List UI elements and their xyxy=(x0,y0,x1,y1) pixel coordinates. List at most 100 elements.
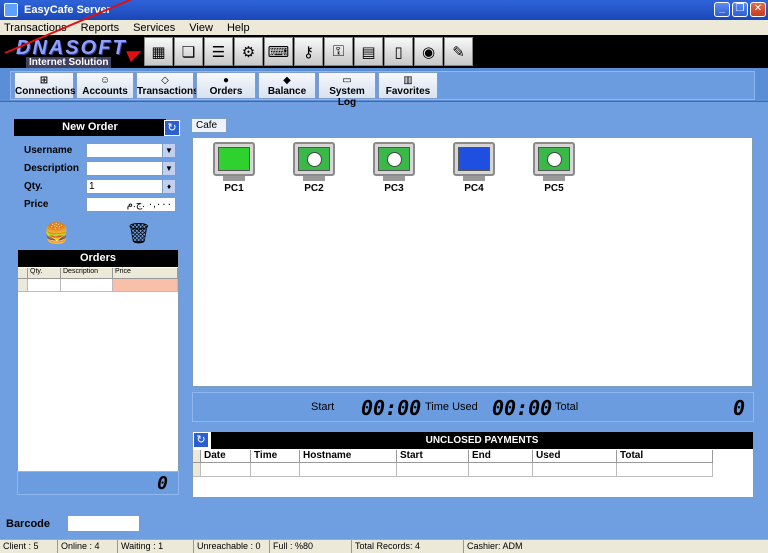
settings-gear-icon[interactable]: ⚙ xyxy=(234,37,263,66)
spinner-icon[interactable]: ♦ xyxy=(162,180,175,193)
menu-view[interactable]: View xyxy=(189,22,213,34)
orders-total-value: 0 xyxy=(157,473,168,494)
tab-cafe[interactable]: Cafe xyxy=(191,118,227,133)
key-icon[interactable]: ⚿ xyxy=(324,37,353,66)
balance-icon: ◆ xyxy=(283,75,291,86)
door-icon[interactable]: ▯ xyxy=(384,37,413,66)
col-total[interactable]: Total xyxy=(617,450,713,463)
cafe-client-area: PC1 PC2 PC3 PC4 PC5 xyxy=(192,137,753,387)
favorites-icon: ▥ xyxy=(403,75,413,86)
menu-services[interactable]: Services xyxy=(133,22,175,34)
qty-stepper[interactable]: 1 ♦ xyxy=(86,179,176,194)
minimize-button[interactable]: _ xyxy=(714,2,730,17)
keyboard-icon[interactable]: ⌨ xyxy=(264,37,293,66)
col-start[interactable]: Start xyxy=(397,450,469,463)
toolbar-band: DNASOFT Internet Solution ▦ ❏ ☰ ⚙ ⌨ ⚷ ⚿ … xyxy=(0,35,768,68)
edit-icon[interactable]: ✎ xyxy=(444,37,473,66)
orders-title: Orders xyxy=(18,250,178,267)
new-order-title: New Order xyxy=(14,119,166,136)
pc-3[interactable]: PC3 xyxy=(371,142,417,194)
status-waiting: Waiting : 1 xyxy=(118,540,194,553)
orders-list: Orders Qty. Description Price xyxy=(17,249,179,495)
tab-accounts[interactable]: ☺ Accounts xyxy=(76,72,134,99)
pc-4[interactable]: PC4 xyxy=(451,142,497,194)
close-button[interactable]: ✕ xyxy=(750,2,766,17)
chevron-down-icon[interactable]: ▼ xyxy=(162,162,175,175)
start-label: Start xyxy=(311,401,335,413)
tab-balance[interactable]: ◆ Balance xyxy=(258,72,316,99)
table-row[interactable] xyxy=(18,279,178,292)
orders-total-box: 0 xyxy=(17,471,179,495)
barcode-label: Barcode xyxy=(6,518,51,530)
total-value: 0 xyxy=(733,396,746,420)
col-qty[interactable]: Qty. xyxy=(28,268,61,279)
price-label: Price xyxy=(24,199,49,210)
col-end[interactable]: End xyxy=(469,450,533,463)
burger-icon[interactable]: 🍔 xyxy=(44,221,69,246)
barcode-input[interactable] xyxy=(67,515,140,532)
total-label: Total xyxy=(555,401,579,413)
col-description[interactable]: Description xyxy=(61,268,113,279)
globe-icon[interactable]: ◉ xyxy=(414,37,443,66)
refresh-new-order-icon[interactable]: ↻ xyxy=(164,120,180,136)
app-icon xyxy=(4,3,18,17)
keys-icon[interactable]: ⚷ xyxy=(294,37,323,66)
col-time[interactable]: Time xyxy=(251,450,300,463)
status-unreachable: Unreachable : 0 xyxy=(194,540,270,553)
start-value: 00:00 xyxy=(361,396,422,420)
pc-1[interactable]: PC1 xyxy=(211,142,257,194)
tab-orders[interactable]: ● Orders xyxy=(196,72,256,99)
monitor-icon xyxy=(453,142,495,176)
pc-5[interactable]: PC5 xyxy=(531,142,577,194)
description-select[interactable]: ▼ xyxy=(86,161,176,176)
status-bar: Client : 5 Online : 4 Waiting : 1 Unreac… xyxy=(0,539,768,553)
monitor-timer-icon xyxy=(533,142,575,176)
documents-icon[interactable]: ❏ xyxy=(174,37,203,66)
report-icon[interactable]: ☰ xyxy=(204,37,233,66)
session-timer-bar: Start 00:00 Time Used 00:00 Total 0 xyxy=(192,392,754,422)
unclosed-payments-panel: ↻ UNCLOSED PAYMENTS Date Time Hostname S… xyxy=(192,431,754,498)
menu-help[interactable]: Help xyxy=(227,22,250,34)
status-full: Full : %80 xyxy=(270,540,352,553)
username-select[interactable]: ▼ xyxy=(86,143,176,158)
tab-system-log[interactable]: ▭ System Log xyxy=(318,72,376,108)
tab-transactions[interactable]: ◇ Transactions xyxy=(136,72,199,99)
monitor-timer-icon xyxy=(373,142,415,176)
description-label: Description xyxy=(24,163,80,174)
orders-header-row: Qty. Description Price xyxy=(18,268,178,279)
payments-header-row: Date Time Hostname Start End Used Total xyxy=(193,450,713,463)
menu-reports[interactable]: Reports xyxy=(81,22,120,34)
status-client: Client : 5 xyxy=(0,540,58,553)
new-order-panel: New Order ↻ Username ▼ Description ▼ Qty… xyxy=(14,119,182,499)
pc-2[interactable]: PC2 xyxy=(291,142,337,194)
trash-icon[interactable]: 🗑 xyxy=(126,221,151,246)
tab-connections[interactable]: ⊞ Connections xyxy=(14,72,76,99)
status-total-records: Total Records: 4 xyxy=(352,540,464,553)
accounts-icon: ☺ xyxy=(99,75,111,86)
orders-icon: ● xyxy=(222,75,230,86)
refresh-payments-icon[interactable]: ↻ xyxy=(193,432,209,448)
qty-label: Qty. xyxy=(24,181,43,192)
calculator-icon[interactable]: ▦ xyxy=(144,37,173,66)
status-cashier: Cashier: ADM xyxy=(467,541,523,551)
col-price[interactable]: Price xyxy=(113,268,178,279)
card-icon[interactable]: ▤ xyxy=(354,37,383,66)
transactions-icon: ◇ xyxy=(161,75,169,86)
status-online: Online : 4 xyxy=(58,540,118,553)
system-log-icon: ▭ xyxy=(342,75,352,86)
title-bar: EasyCafe Server _ ❐ ✕ xyxy=(0,0,768,20)
tab-bar: ⊞ Connections ☺ Accounts ◇ Transactions ● Or… xyxy=(0,68,768,108)
unclosed-payments-title: UNCLOSED PAYMENTS xyxy=(211,432,753,449)
logo-sub-text: Internet Solution xyxy=(26,57,112,68)
tab-favorites[interactable]: ▥ Favorites xyxy=(378,72,438,99)
table-row[interactable] xyxy=(193,463,713,477)
chevron-down-icon[interactable]: ▼ xyxy=(162,144,175,157)
time-used-value: 00:00 xyxy=(492,396,553,420)
restore-button[interactable]: ❐ xyxy=(732,2,748,17)
time-used-label: Time Used xyxy=(425,401,478,413)
price-field[interactable]: ٠,٠٠٠ .ج.م xyxy=(86,197,176,212)
menu-bar: Transactions Reports Services View Help xyxy=(0,20,768,35)
col-date[interactable]: Date xyxy=(201,450,251,463)
col-used[interactable]: Used xyxy=(533,450,617,463)
col-hostname[interactable]: Hostname xyxy=(300,450,397,463)
